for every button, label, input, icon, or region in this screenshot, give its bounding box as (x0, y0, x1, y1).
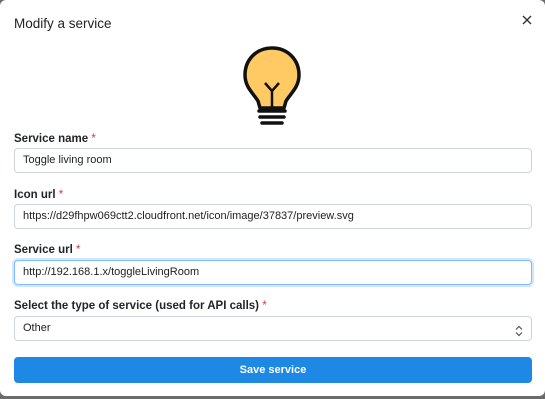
modify-service-modal: Modify a service Service name * Toggle l… (0, 0, 545, 396)
service-type-label: Select the type of service (used for API… (14, 300, 267, 312)
save-service-button[interactable]: Save service (14, 357, 532, 383)
select-updown-icon (515, 323, 523, 337)
service-name-label: Service name * (14, 133, 96, 145)
lightbulb-icon (241, 45, 303, 129)
required-mark: * (58, 189, 64, 201)
service-url-label-text: Service url (14, 244, 73, 256)
service-url-input[interactable]: http://192.168.1.x/toggleLivingRoom (14, 260, 532, 285)
service-name-input[interactable]: Toggle living room (14, 148, 532, 173)
modal-title: Modify a service (14, 16, 112, 31)
service-type-value: Other (23, 322, 51, 334)
icon-url-input[interactable]: https://d29fhpw069ctt2.cloudfront.net/ic… (14, 204, 532, 229)
service-url-label: Service url * (14, 244, 81, 256)
service-name-label-text: Service name (14, 133, 89, 145)
icon-url-label-text: Icon url (14, 189, 56, 201)
service-type-label-text: Select the type of service (used for API… (14, 300, 259, 312)
required-mark: * (76, 244, 81, 256)
close-icon[interactable] (519, 12, 535, 28)
service-type-select[interactable]: Other (14, 316, 532, 341)
required-mark: * (262, 300, 267, 312)
required-mark: * (91, 133, 96, 145)
icon-url-label: Icon url * (14, 189, 63, 201)
